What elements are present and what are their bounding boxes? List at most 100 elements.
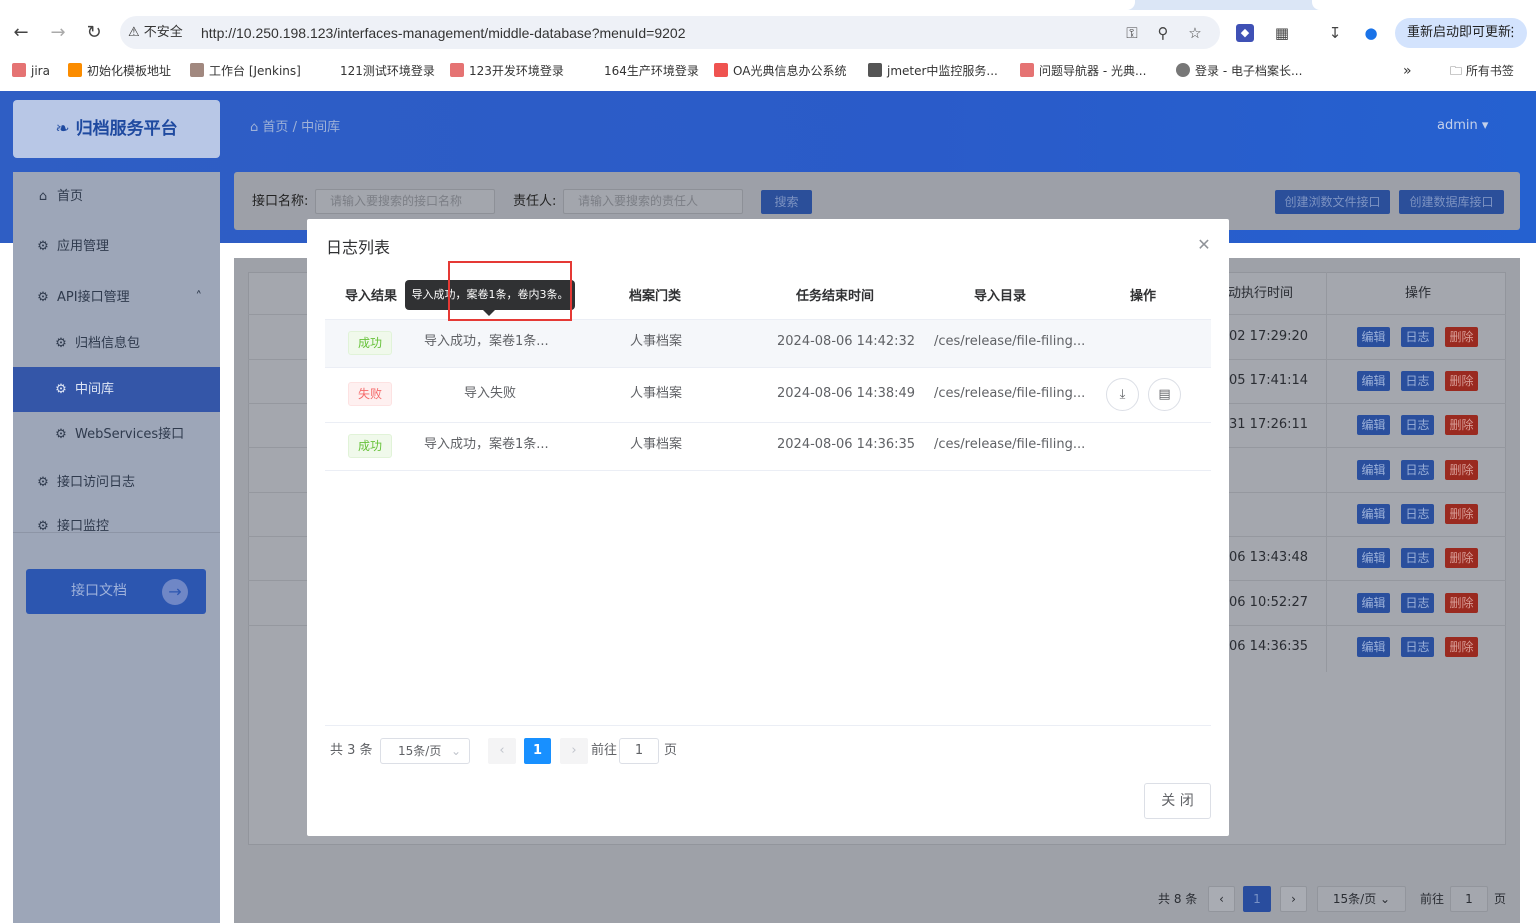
bg-pager-page[interactable]: 1 <box>1243 886 1271 912</box>
result-message[interactable]: 导入失败 <box>464 384 516 404</box>
sidebar-item-api-management[interactable]: ⚙ API接口管理 ˄ <box>13 275 220 320</box>
bookmark-item[interactable]: 工作台 [Jenkins] <box>190 61 301 81</box>
close-icon[interactable]: ✕ <box>1195 235 1213 255</box>
sidebar-item-access-log[interactable]: ⚙ 接口访问日志 <box>13 460 220 505</box>
bookmark-item[interactable]: 初始化模板地址 <box>68 61 171 81</box>
edit-button[interactable]: 编辑 <box>1357 637 1390 657</box>
exec-time-cell: 06 14:36:35 <box>1229 639 1309 654</box>
name-label: 接口名称: <box>252 194 309 209</box>
pager-goto-input[interactable]: 1 <box>619 738 659 764</box>
pager-unit: 页 <box>664 743 678 758</box>
pager-page-1[interactable]: 1 <box>524 738 551 764</box>
pager-next-button[interactable]: › <box>560 738 588 764</box>
all-bookmarks[interactable]: 🗀 所有书签 <box>1450 61 1514 81</box>
sidebar-item-app-management[interactable]: ⚙ 应用管理 <box>13 224 220 269</box>
owner-search-input[interactable]: 请输入要搜索的责任人 <box>563 189 743 214</box>
delete-button[interactable]: 删除 <box>1445 415 1478 435</box>
delete-button[interactable]: 删除 <box>1445 548 1478 568</box>
log-button[interactable]: 日志 <box>1401 504 1434 524</box>
edit-button[interactable]: 编辑 <box>1357 327 1390 347</box>
log-button[interactable]: 日志 <box>1401 637 1434 657</box>
update-button[interactable]: 重新启动即可更新 ⋮ <box>1395 18 1527 48</box>
download-log-button[interactable]: ⤓ <box>1106 378 1139 411</box>
bg-pager-size[interactable]: 15条/页 ⌄ <box>1317 886 1406 912</box>
sidebar-item-monitor[interactable]: ⚙ 接口监控 <box>13 512 220 532</box>
bookmark-item[interactable]: jmeter中监控服务... <box>868 61 998 81</box>
zoom-icon[interactable]: ⚲ <box>1153 23 1173 43</box>
chevron-down-icon: ⌄ <box>450 744 461 758</box>
result-message[interactable]: 导入成功，案卷1条... <box>424 435 549 455</box>
bg-pager-goto-input[interactable]: 1 <box>1450 886 1488 912</box>
bookmark-item[interactable]: jira <box>12 61 50 81</box>
delete-button[interactable]: 删除 <box>1445 460 1478 480</box>
sidebar-item-webservices[interactable]: ⚙ WebServices接口 <box>13 412 220 457</box>
bookmark-icon <box>1020 63 1034 77</box>
delete-button[interactable]: 删除 <box>1445 327 1478 347</box>
bg-pager-prev[interactable]: ‹ <box>1208 886 1235 912</box>
insecure-indicator[interactable]: ⚠ 不安全 <box>128 23 183 43</box>
api-doc-button[interactable]: 接口文档 → <box>26 569 206 614</box>
back-icon[interactable]: ← <box>10 22 32 44</box>
sidebar-item-middle-database[interactable]: ⚙ 中间库 <box>13 367 220 412</box>
breadcrumb-home[interactable]: 首页 <box>262 120 288 135</box>
col-exec-time: 动执行时间 <box>1228 286 1294 301</box>
log-button[interactable]: 日志 <box>1401 593 1434 613</box>
delete-button[interactable]: 删除 <box>1445 637 1478 657</box>
page-size-select[interactable]: 15条/页 ⌄ <box>380 738 470 764</box>
pager-prev-button[interactable]: ‹ <box>488 738 516 764</box>
delete-button[interactable]: 删除 <box>1445 504 1478 524</box>
search-button[interactable]: 搜索 <box>761 190 812 214</box>
bookmark-item[interactable]: 123开发环境登录 <box>450 61 564 81</box>
edit-button[interactable]: 编辑 <box>1357 415 1390 435</box>
import-dir: /ces/release/file-filing... <box>934 334 1086 349</box>
result-message[interactable]: 导入成功，案卷1条... <box>424 332 549 352</box>
bookmark-item[interactable]: 登录 - 电子档案长... <box>1176 61 1302 81</box>
exec-time-cell: 06 10:52:27 <box>1229 595 1309 610</box>
create-file-interface-button[interactable]: 创建浏数文件接口 <box>1275 190 1390 214</box>
edit-button[interactable]: 编辑 <box>1357 593 1390 613</box>
bookmark-icon <box>12 63 26 77</box>
log-button[interactable]: 日志 <box>1401 548 1434 568</box>
bookmark-item[interactable]: 121测试环境登录 <box>340 61 435 81</box>
breadcrumb: ⌂ 首页 / 中间库 <box>250 120 341 135</box>
col-ops: 操作 <box>1405 286 1432 301</box>
home-icon: ⌂ <box>38 189 48 204</box>
status-badge: 失败 <box>348 382 392 406</box>
bg-pager-next[interactable]: › <box>1280 886 1307 912</box>
puzzle-icon[interactable]: ▦ <box>1272 23 1292 43</box>
name-search-input[interactable]: 请输入要搜索的接口名称 <box>315 189 495 214</box>
extension-icon[interactable]: ◆ <box>1236 24 1254 42</box>
log-button[interactable]: 日志 <box>1401 460 1434 480</box>
pager-total: 共 3 条 <box>330 743 373 758</box>
delete-button[interactable]: 删除 <box>1445 593 1478 613</box>
sidebar-item-home[interactable]: ⌂ 首页 <box>13 174 220 219</box>
reload-icon[interactable]: ↻ <box>83 22 105 44</box>
bookmark-item[interactable]: 164生产环境登录 <box>604 61 699 81</box>
bookmark-item[interactable]: OA光典信息办公系统 <box>714 61 846 81</box>
star-icon[interactable]: ☆ <box>1185 23 1205 43</box>
end-time: 2024-08-06 14:38:49 <box>777 386 916 401</box>
profile-icon[interactable]: ● <box>1361 23 1381 43</box>
log-button[interactable]: 日志 <box>1401 327 1434 347</box>
col-dir: 导入目录 <box>973 289 1026 304</box>
edit-button[interactable]: 编辑 <box>1357 548 1390 568</box>
delete-button[interactable]: 删除 <box>1445 371 1478 391</box>
download-icon[interactable]: ↧ <box>1325 23 1345 43</box>
view-log-button[interactable]: ▤ <box>1148 378 1181 411</box>
log-button[interactable]: 日志 <box>1401 415 1434 435</box>
user-menu[interactable]: admin ▾ <box>1437 116 1488 136</box>
bookmark-item[interactable]: 问题导航器 - 光典... <box>1020 61 1146 81</box>
edit-button[interactable]: 编辑 <box>1357 504 1390 524</box>
arrow-right-icon: → <box>162 579 188 605</box>
sidebar-item-archive-package[interactable]: ⚙ 归档信息包 <box>13 321 220 366</box>
create-db-interface-button[interactable]: 创建数据库接口 <box>1399 190 1504 214</box>
log-button[interactable]: 日志 <box>1401 371 1434 391</box>
edit-button[interactable]: 编辑 <box>1357 371 1390 391</box>
forward-icon[interactable]: → <box>47 22 69 44</box>
url-text[interactable]: http://10.250.198.123/interfaces-managem… <box>201 23 686 43</box>
close-button[interactable]: 关 闭 <box>1144 783 1211 819</box>
app-logo[interactable]: ❧ 归档服务平台 <box>13 100 220 158</box>
more-bookmarks-icon[interactable]: » <box>1403 61 1412 81</box>
edit-button[interactable]: 编辑 <box>1357 460 1390 480</box>
key-icon[interactable]: ⚿ <box>1122 23 1142 43</box>
